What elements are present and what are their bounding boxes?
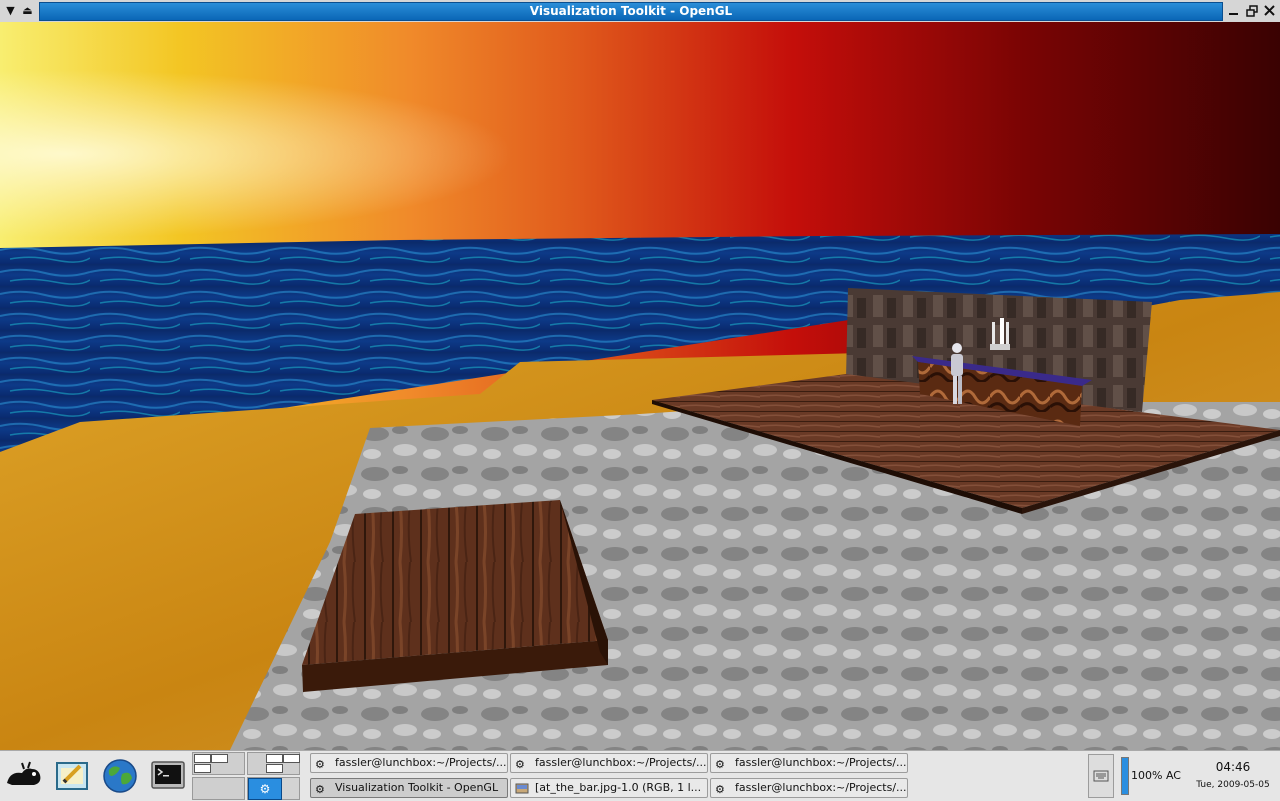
gear-icon: ⚙ (315, 783, 325, 796)
gear-icon: ⚙ (315, 758, 325, 771)
close-icon (1264, 5, 1275, 16)
minimize-icon (1229, 13, 1238, 15)
minimize-button[interactable] (1225, 2, 1242, 19)
taskbar: ⚙ ⚙ fassler@lunchbox:~/Projects/... ⚙ fa… (0, 750, 1280, 801)
restore-button[interactable] (1243, 2, 1260, 19)
task-terminal-3[interactable]: ⚙ fassler@lunchbox:~/Projects/... (710, 753, 908, 773)
opengl-render-viewport[interactable] (0, 22, 1280, 750)
keyboard-layout-button[interactable] (1088, 754, 1114, 798)
task-image-viewer[interactable]: [at_the_bar.jpg-1.0 (RGB, 1 l... (510, 778, 708, 798)
beer-tap (990, 318, 1010, 350)
workspace-1[interactable] (192, 752, 245, 775)
task-terminal-1[interactable]: ⚙ fassler@lunchbox:~/Projects/... (310, 753, 508, 773)
terminal-icon (151, 761, 185, 789)
battery-level-fill (1122, 758, 1128, 794)
task-label: [at_the_bar.jpg-1.0 (RGB, 1 l... (535, 781, 702, 794)
task-label: fassler@lunchbox:~/Projects/... (735, 781, 907, 794)
web-browser-launcher[interactable] (100, 755, 140, 797)
gear-icon: ⚙ (715, 783, 725, 796)
sun-glow (0, 22, 1280, 262)
keyboard-icon (1093, 770, 1109, 782)
image-viewer-icon (515, 783, 529, 794)
workspace-3[interactable] (192, 777, 245, 800)
battery-status-text: 100% AC (1131, 769, 1181, 782)
workspace-2[interactable] (247, 752, 300, 775)
window-menu-button[interactable]: ▼ (2, 2, 19, 19)
workspace-pager: ⚙ (192, 752, 300, 800)
arrow-up-triangle-icon: ⏏ (22, 4, 33, 17)
window-titlebar: ▼ ⏏ Visualization Toolkit - OpenGL (0, 0, 1280, 23)
task-label: Visualization Toolkit - OpenGL (335, 781, 499, 794)
arrow-down-triangle-icon: ▼ (6, 4, 15, 17)
web-browser-globe-icon (103, 759, 137, 793)
window-title[interactable]: Visualization Toolkit - OpenGL (39, 2, 1223, 21)
battery-indicator[interactable] (1121, 757, 1129, 795)
xfce-menu-launcher[interactable] (4, 755, 44, 797)
task-vtk-opengl[interactable]: ⚙ Visualization Toolkit - OpenGL (310, 778, 508, 798)
workspace-4-active[interactable]: ⚙ (247, 777, 300, 800)
gear-icon: ⚙ (715, 758, 725, 771)
gear-icon: ⚙ (248, 778, 282, 800)
task-label: fassler@lunchbox:~/Projects/... (535, 756, 707, 769)
gear-icon: ⚙ (515, 758, 525, 771)
xfce-mouse-menu-icon (7, 761, 41, 785)
scene-render (0, 22, 1280, 750)
close-button[interactable] (1261, 2, 1278, 19)
task-terminal-4[interactable]: ⚙ fassler@lunchbox:~/Projects/... (710, 778, 908, 798)
restore-icon (1245, 4, 1258, 17)
clock-date[interactable]: Tue, 2009-05-05 (1190, 780, 1276, 790)
task-terminal-2[interactable]: ⚙ fassler@lunchbox:~/Projects/... (510, 753, 708, 773)
terminal-launcher[interactable] (148, 755, 188, 797)
text-editor-icon (56, 762, 88, 790)
clock-time[interactable]: 04:46 (1200, 760, 1266, 774)
task-label: fassler@lunchbox:~/Projects/... (335, 756, 507, 769)
text-editor-launcher[interactable] (52, 755, 92, 797)
window-shade-button[interactable]: ⏏ (19, 2, 36, 19)
task-label: fassler@lunchbox:~/Projects/... (735, 756, 907, 769)
